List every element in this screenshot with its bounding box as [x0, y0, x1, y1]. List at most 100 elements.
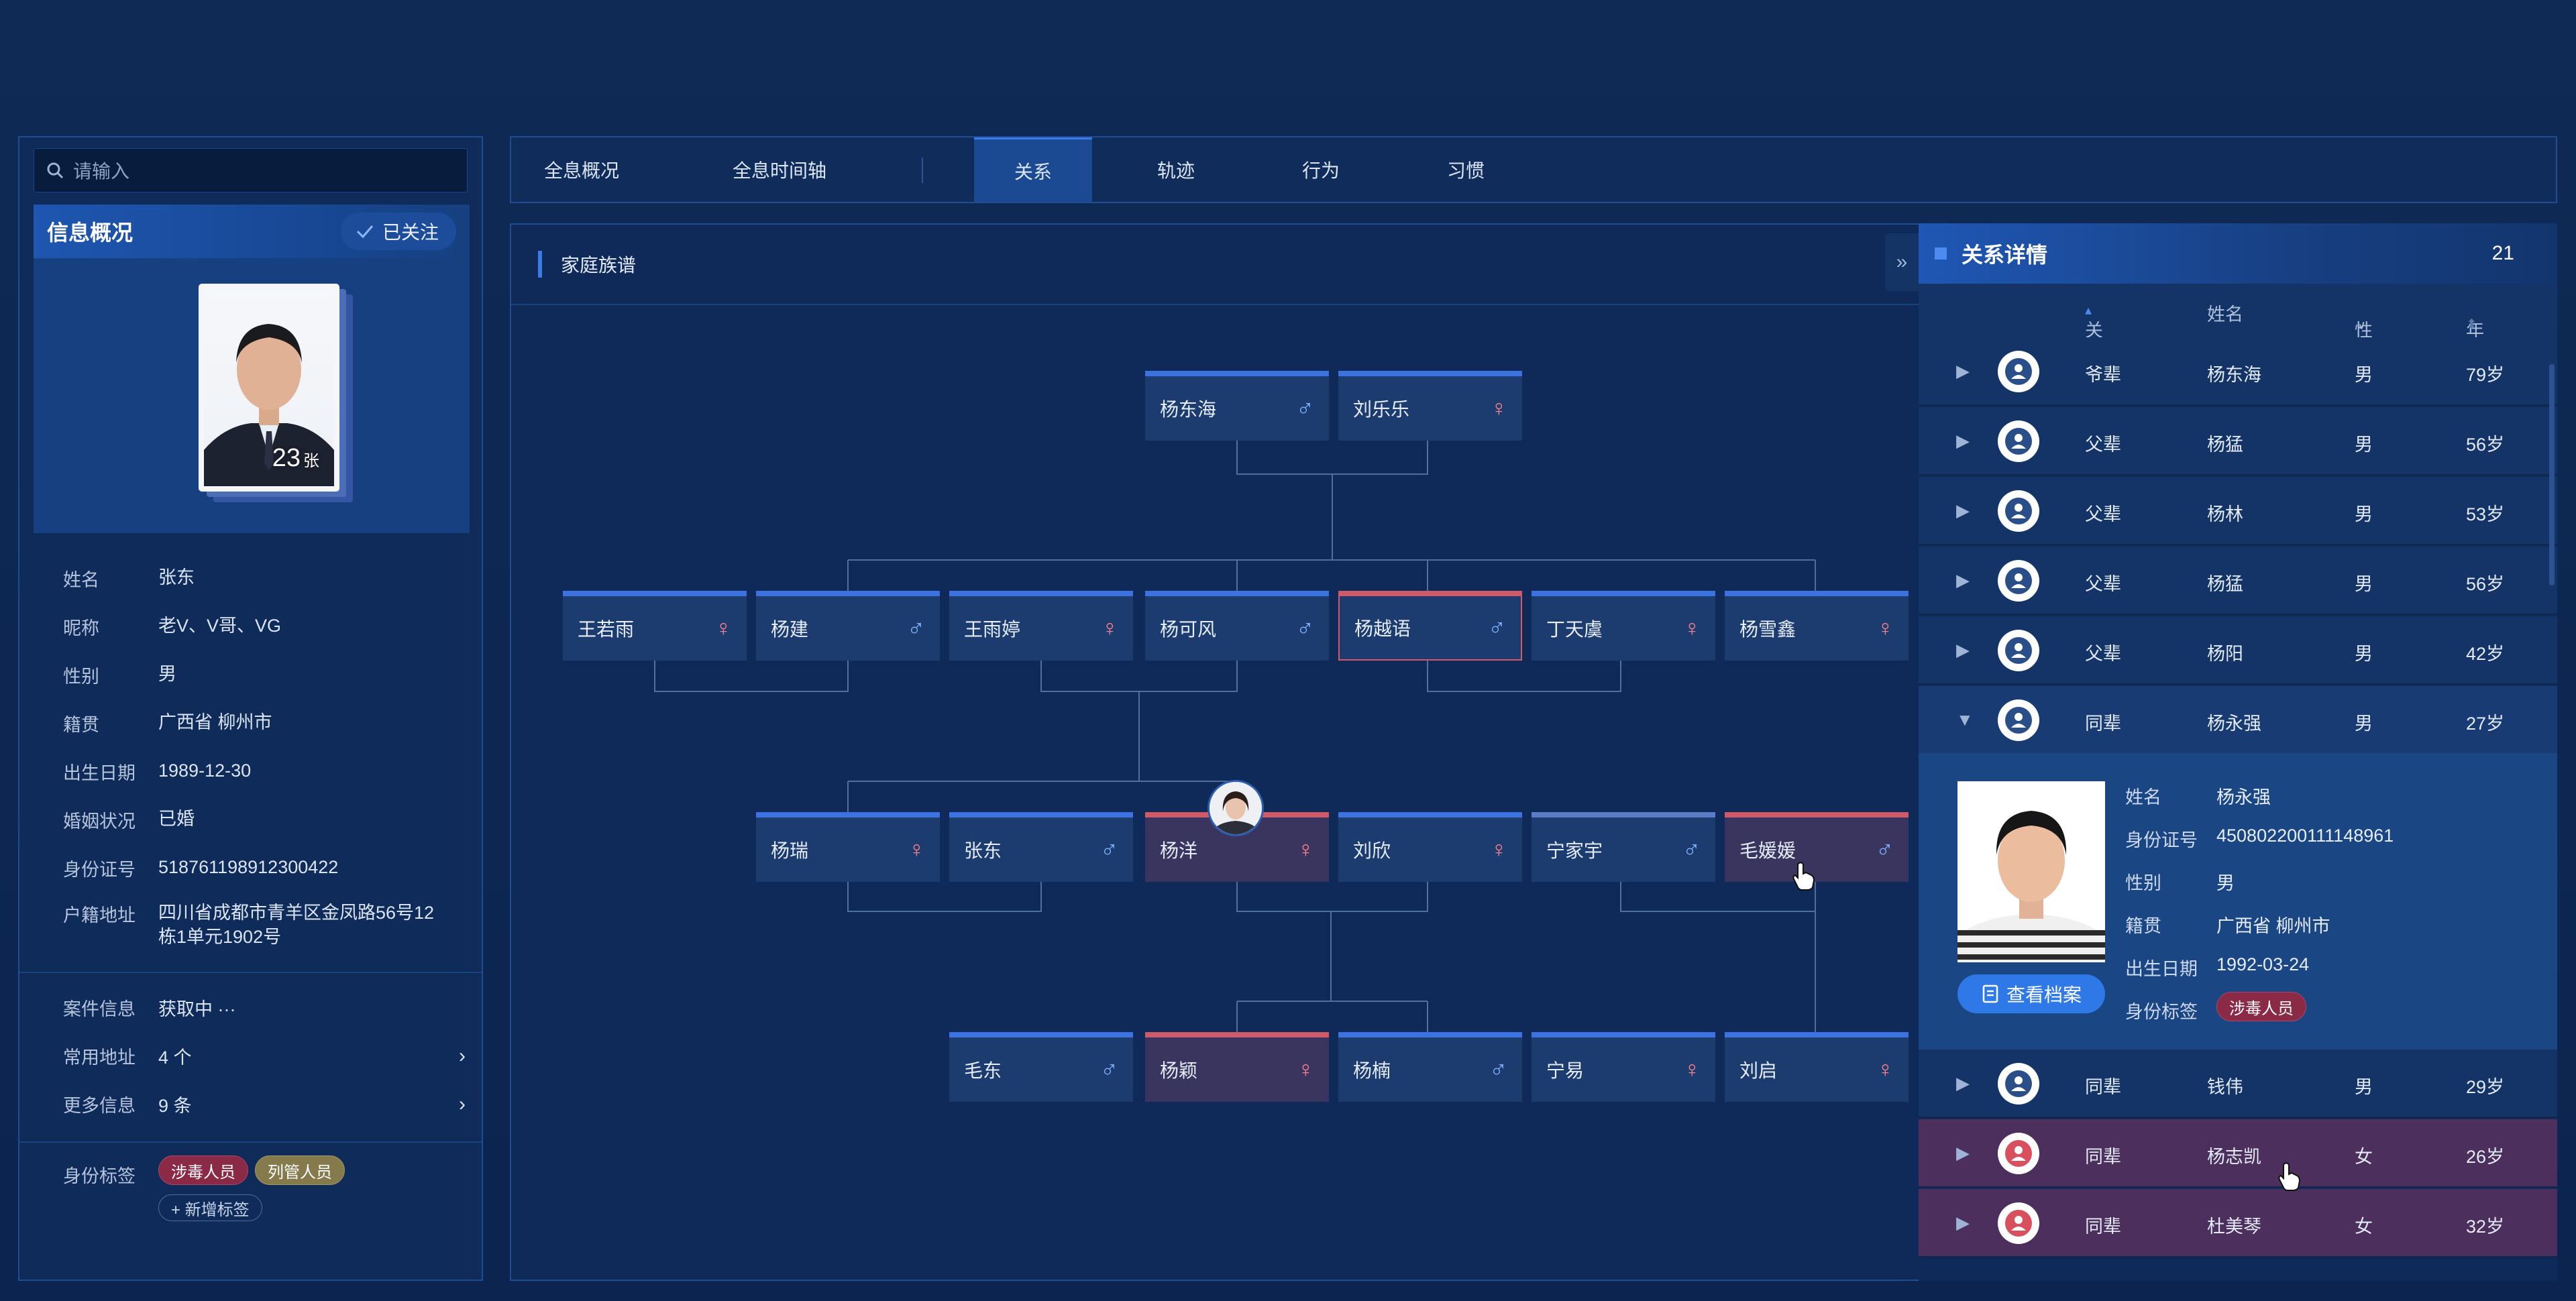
- user-icon: [1998, 1063, 2039, 1105]
- tree-node-selected[interactable]: 杨越语 ♂: [1338, 591, 1522, 661]
- tree-node[interactable]: 杨建 ♂: [756, 591, 940, 661]
- divider: [19, 1141, 482, 1143]
- node-name: 刘乐乐: [1353, 399, 1410, 420]
- female-icon: ♀: [908, 836, 926, 862]
- cell-relation: 父辈: [2085, 504, 2121, 524]
- expand-icon[interactable]: ▶: [1956, 500, 1970, 521]
- tab-relations[interactable]: 关系: [974, 137, 1092, 202]
- tree-node[interactable]: 宁家宇 ♂: [1532, 812, 1715, 882]
- tab-behavior[interactable]: 行为: [1264, 137, 1378, 202]
- table-row[interactable]: ▶ 父辈 杨阳 男 42岁: [1919, 616, 2557, 685]
- tab-tracks[interactable]: 轨迹: [1119, 137, 1233, 202]
- cell-name: 杜美琴: [2207, 1217, 2261, 1237]
- more-info-row[interactable]: 更多信息 9 条 ›: [63, 1091, 466, 1117]
- tab-habits[interactable]: 习惯: [1409, 137, 1523, 202]
- field-label: 出生日期: [2125, 959, 2198, 979]
- photo-stack[interactable]: 23 张: [199, 284, 360, 502]
- field-marital: 婚姻状况 已婚: [63, 807, 447, 833]
- cell-name: 杨东海: [2207, 365, 2261, 385]
- field-label: 籍贯: [63, 715, 99, 735]
- cell-age: 26岁: [2466, 1147, 2505, 1167]
- field-label: 案件信息: [63, 999, 136, 1019]
- tree-node[interactable]: 刘乐乐 ♀: [1338, 371, 1522, 441]
- expand-icon[interactable]: ▶: [1956, 1073, 1970, 1094]
- sort-icon: ▴: [2085, 303, 2092, 318]
- male-icon: ♂: [1100, 1056, 1118, 1083]
- hand-cursor-icon: [1792, 862, 1815, 891]
- col-relation[interactable]: 关系 ▴: [2085, 300, 2103, 367]
- user-icon: [1998, 630, 2039, 671]
- tag-controlled[interactable]: 列管人员: [255, 1155, 345, 1185]
- tree-node[interactable]: 杨雪鑫 ♀: [1725, 591, 1909, 661]
- info-title: 信息概况: [47, 221, 133, 245]
- collapse-button[interactable]: »: [1885, 233, 1919, 291]
- view-profile-button[interactable]: 查看档案: [1957, 974, 2105, 1013]
- tree-node[interactable]: 王雨婷 ♀: [949, 591, 1133, 661]
- expand-icon[interactable]: ▶: [1956, 361, 1970, 382]
- expand-icon[interactable]: ▶: [1956, 640, 1970, 661]
- tree-node[interactable]: 王若雨 ♀: [563, 591, 747, 661]
- expand-icon[interactable]: ▶: [1956, 431, 1970, 451]
- follow-button[interactable]: 已关注: [340, 213, 456, 250]
- male-icon: ♂: [1876, 836, 1894, 863]
- field-id-number: 身份证号 518761198912300422: [63, 855, 447, 881]
- field-value: 四川省成都市青羊区金凤路56号12栋1单元1902号: [158, 903, 435, 947]
- tree-node[interactable]: 毛东 ♂: [949, 1032, 1133, 1102]
- expand-icon[interactable]: ▶: [1956, 1212, 1970, 1233]
- tree-node[interactable]: 宁易 ♀: [1532, 1032, 1715, 1102]
- expand-icon[interactable]: ▶: [1956, 1143, 1970, 1164]
- tree-node[interactable]: 杨瑞 ♀: [756, 812, 940, 882]
- node-name: 王若雨: [578, 619, 635, 640]
- collapse-icon[interactable]: ▼: [1956, 710, 1974, 730]
- tree-node[interactable]: 杨楠 ♂: [1338, 1032, 1522, 1102]
- cell-name: 杨永强: [2207, 714, 2261, 734]
- node-name: 杨建: [771, 619, 809, 640]
- col-name[interactable]: 姓名: [2207, 300, 2243, 326]
- node-name: 杨颖: [1160, 1060, 1198, 1081]
- add-tag-wrap: + 新增标签: [158, 1194, 262, 1221]
- address-row[interactable]: 常用地址 4 个 ›: [63, 1043, 466, 1069]
- tag-drug[interactable]: 涉毒人员: [2216, 992, 2306, 1021]
- node-name: 杨越语: [1354, 618, 1411, 639]
- search-input[interactable]: 请输入: [34, 148, 468, 192]
- cell-age: 32岁: [2466, 1217, 2505, 1237]
- table-row[interactable]: ▶ 爷辈 杨东海 男 79岁: [1919, 337, 2557, 406]
- field-value: 张东: [158, 567, 195, 587]
- avatar[interactable]: [1208, 780, 1264, 836]
- table-row[interactable]: ▶ 父辈 杨林 男 53岁: [1919, 477, 2557, 545]
- add-tag-button[interactable]: + 新增标签: [158, 1194, 262, 1221]
- expand-icon[interactable]: ▶: [1956, 570, 1970, 591]
- tree-node[interactable]: 丁天虞 ♀: [1532, 591, 1715, 661]
- table-row-expanded[interactable]: ▼ 同辈 杨永强 男 27岁: [1919, 686, 2557, 754]
- cell-age: 56岁: [2466, 574, 2505, 594]
- field-label: 身份证号: [2125, 830, 2198, 850]
- chevron-right-icon: ›: [459, 1092, 466, 1115]
- table-row[interactable]: ▶ 父辈 杨猛 男 56岁: [1919, 547, 2557, 615]
- cell-name: 杨志凯: [2207, 1147, 2261, 1167]
- node-name: 杨楠: [1353, 1060, 1391, 1081]
- field-value: 广西省 柳州市: [2216, 916, 2330, 936]
- tab-overview[interactable]: 全息概况: [525, 137, 639, 202]
- tab-timeline[interactable]: 全息时间轴: [712, 137, 847, 202]
- tree-node[interactable]: 杨东海 ♂: [1145, 371, 1329, 441]
- tag-drug[interactable]: 涉毒人员: [158, 1155, 248, 1185]
- table-row[interactable]: ▶ 同辈 杜美琴 女 32岁: [1919, 1189, 2557, 1257]
- cell-age: 42岁: [2466, 644, 2505, 664]
- tree-node[interactable]: 刘欣 ♀: [1338, 812, 1522, 882]
- check-icon: [356, 225, 374, 239]
- table-row[interactable]: ▶ 同辈 钱伟 男 29岁: [1919, 1050, 2557, 1118]
- search-placeholder: 请输入: [73, 161, 130, 182]
- table-row[interactable]: ▶ 父辈 杨猛 男 56岁: [1919, 407, 2557, 475]
- tree-node-flagged[interactable]: 杨颖 ♀: [1145, 1032, 1329, 1102]
- cell-name: 杨阳: [2207, 644, 2243, 664]
- tree-node[interactable]: 刘启 ♀: [1725, 1032, 1909, 1102]
- table-row[interactable]: ▶ 同辈 杨志凯 女 26岁: [1919, 1119, 2557, 1188]
- scrollbar[interactable]: [2549, 364, 2555, 585]
- male-icon: ♂: [1296, 394, 1314, 422]
- tree-node[interactable]: 张东 ♂: [949, 812, 1133, 882]
- field-label: 身份证号: [63, 860, 136, 880]
- field-value: 518761198912300422: [158, 857, 339, 877]
- tree-node[interactable]: 杨可风 ♂: [1145, 591, 1329, 661]
- square-icon: [1935, 247, 1947, 260]
- tree-node-flagged[interactable]: 毛媛媛 ♂: [1725, 812, 1909, 882]
